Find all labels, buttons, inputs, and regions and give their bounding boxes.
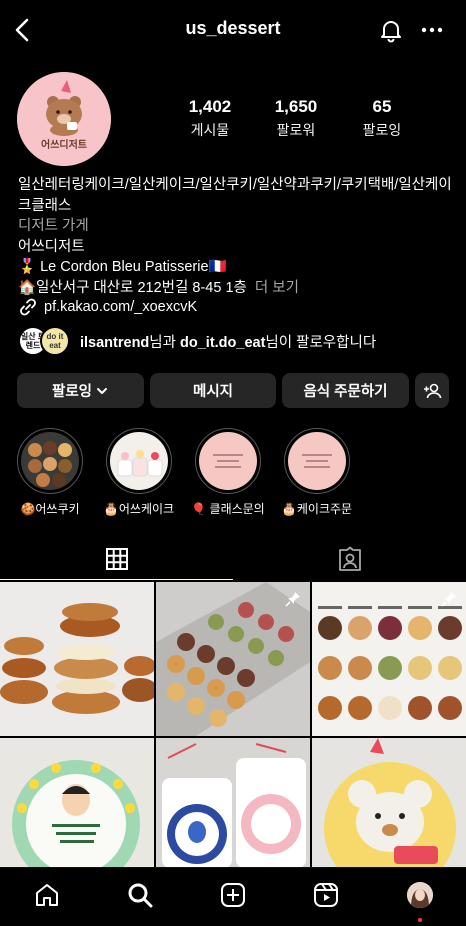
highlight-3-label: 🎈 클래스문의 [191,502,265,516]
posts-stat[interactable]: 1,402 게시물 [170,97,250,140]
reels-icon [314,883,338,907]
nav-create[interactable] [219,881,247,909]
link-icon [20,298,36,316]
highlight-1-label: 🍪어쓰쿠키 [20,502,80,516]
highlight-2[interactable]: 🎂어쓰케이크 [104,428,174,517]
follower-name-2[interactable]: do_it.do_eat [180,335,265,351]
top-bar: us_dessert [0,0,466,60]
order-food-button-label: 음식 주문하기 [303,384,388,400]
tab-tagged[interactable] [233,538,466,580]
message-button[interactable]: 메시지 [150,373,276,408]
nav-reels[interactable] [312,881,340,909]
highlight-ring [284,428,350,494]
highlight-3[interactable]: 🎈 클래스문의 [191,428,265,517]
pin-icon [441,592,456,607]
sandwich-cookies-photo [0,582,154,736]
more-horizontal-icon [421,27,443,33]
profile-link[interactable]: pf.kakao.com/_xoexcvK [18,297,197,317]
suggested-users-button[interactable] [415,373,449,408]
plus-square-icon [221,883,245,907]
bear-cake-photo [312,738,466,867]
highlight-4-label: 🎂케이크주문 [281,502,353,516]
notifications-button[interactable] [378,17,404,43]
post-thumbnail[interactable] [0,738,154,867]
highlight-2-label: 🎂어쓰케이크 [103,502,175,516]
profile-avatar[interactable]: 어쓰디저트 [17,72,111,166]
post-thumbnail[interactable] [156,582,310,736]
bio-line-3-container: 🏠일산서구 대산로 212번길 8-45 1층 더 보기 [18,278,458,299]
followers-stat[interactable]: 1,650 팔로워 [256,97,336,140]
add-person-icon [424,383,442,398]
chevron-down-icon [97,387,108,394]
following-stat[interactable]: 65 팔로잉 [342,97,422,140]
bio-more-link[interactable]: 더 보기 [255,280,299,296]
highlight-ring [195,428,261,494]
user-avatar [407,882,433,908]
bottom-navigation [0,867,466,926]
avatar-brand-text: 어쓰디저트 [41,140,87,151]
bell-icon [381,21,401,43]
bear-logo-icon [17,72,111,166]
order-food-button[interactable]: 음식 주문하기 [282,373,409,408]
nav-profile[interactable] [406,881,434,909]
followed-by[interactable]: 일산 트렌드 do it eat ilsantrend님과 do_it.do_e… [18,326,376,356]
pin-icon [285,592,300,607]
highlight-ring [106,428,172,494]
highlight-ring [17,428,83,494]
profile-stats: 1,402 게시물 1,650 팔로워 65 팔로잉 [170,97,410,140]
followed-by-text: ilsantrend님과 do_it.do_eat님이 팔로우합니다 [80,331,376,352]
following-button-label: 팔로잉 [51,384,93,400]
nav-home[interactable] [33,881,61,909]
followers-count: 1,650 [274,97,318,116]
tab-posts-grid[interactable] [0,538,233,580]
followers-label: 팔로워 [276,122,316,138]
highlight-cakes-image [110,432,168,490]
highlight-class-image [199,432,257,490]
more-options-button[interactable] [420,18,444,42]
bio-line-1: 어쓰디저트 [18,238,85,255]
highlight-1[interactable]: 🍪어쓰쿠키 [15,428,85,517]
followed-by-suffix: 님이 팔로우합니다 [265,334,377,351]
profile-category: 디저트 가게 [18,218,89,234]
profile-name: 일산레터링케이크/일산케이크/일산쿠키/일산약과쿠키/쿠키택배/일산케이크클래스 [18,177,452,214]
post-thumbnail[interactable] [0,582,154,736]
search-icon [128,883,153,908]
highlight-order-image [288,432,346,490]
tagged-person-icon [338,546,361,571]
follower-avatar-2: do it eat [40,326,70,356]
following-button[interactable]: 팔로잉 [17,373,144,408]
bio-line-2: 🎖️ Le Cordon Bleu Patisserie🇫🇷 [18,259,227,275]
posts-count: 1,402 [188,97,232,116]
bio-line-3: 🏠일산서구 대산로 212번길 8-45 1층 [18,279,247,296]
post-thumbnail[interactable] [312,738,466,867]
nav-search[interactable] [126,881,154,909]
following-count: 65 [372,97,392,116]
grid-icon [105,547,128,570]
highlight-cookies-image [21,432,79,490]
follower-name-1[interactable]: ilsantrend [80,335,149,351]
message-button-label: 메시지 [192,384,234,400]
post-thumbnail[interactable] [312,582,466,736]
profile-bio: 일산레터링케이크/일산케이크/일산쿠키/일산약과쿠키/쿠키택배/일산케이크클래스… [18,175,458,298]
profile-link-text: pf.kakao.com/_xoexcvK [44,299,198,315]
lettering-cake-photo [0,738,154,867]
highlight-4[interactable]: 🎂케이크주문 [282,428,352,517]
cake-boxes-photo [156,738,310,867]
home-icon [36,884,58,906]
following-label: 팔로잉 [362,122,402,138]
notification-dot [418,918,422,922]
post-thumbnail[interactable] [156,738,310,867]
followed-by-avatars: 일산 트렌드 do it eat [18,326,74,356]
posts-label: 게시물 [190,122,230,138]
followed-by-connector: 님과 [149,334,181,351]
